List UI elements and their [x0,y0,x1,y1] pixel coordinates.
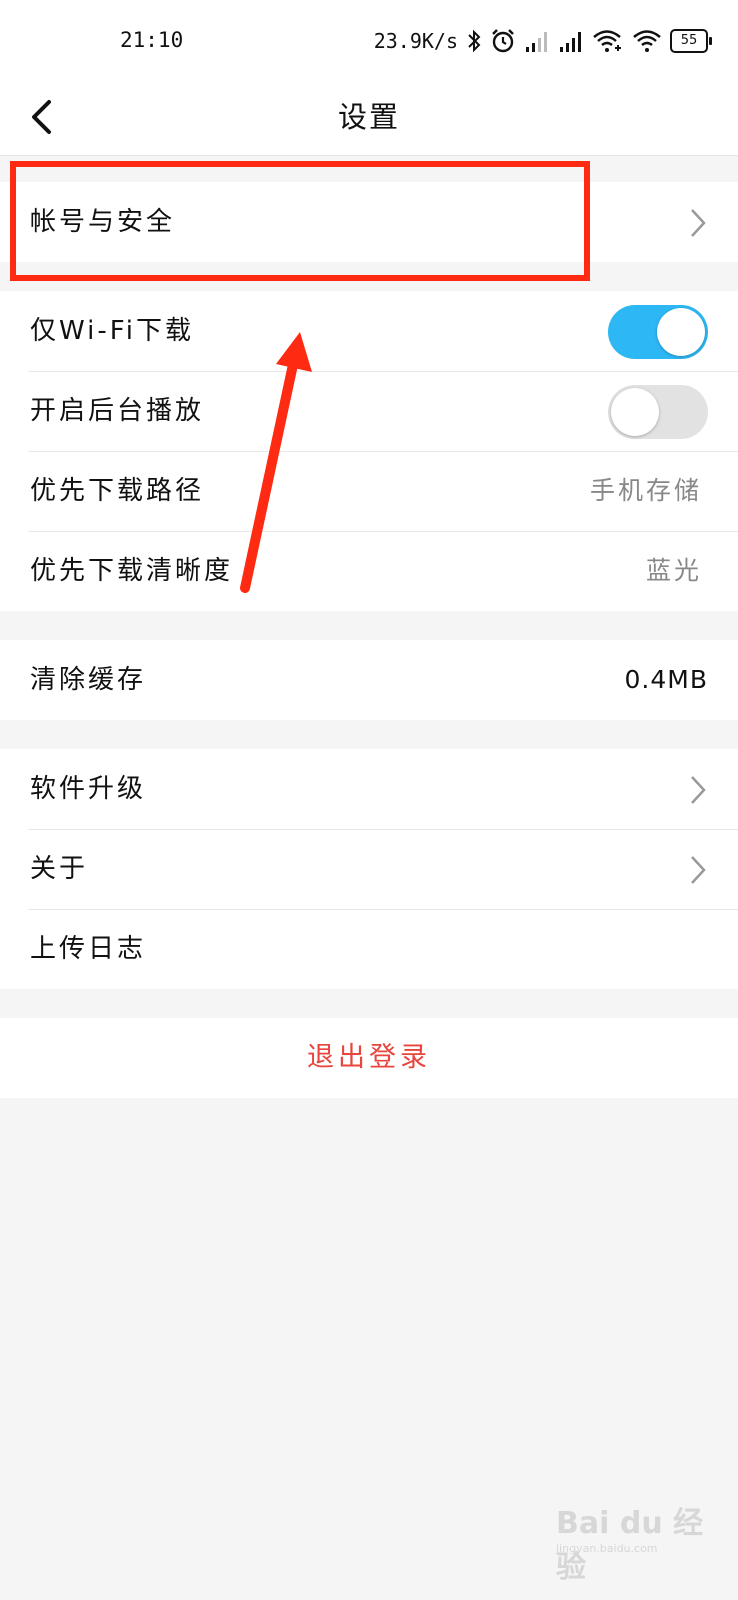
upload-log-row[interactable]: 上传日志 [0,909,738,989]
clear-cache-label: 清除缓存 [30,665,147,695]
battery-icon: 55 [670,29,712,53]
download-quality-row[interactable]: 优先下载清晰度 蓝光 [0,531,738,611]
network-speed: 23.9K/s [373,29,458,53]
status-time: 21:10 [120,28,184,52]
bluetooth-icon [468,29,481,53]
chevron-right-icon [691,209,706,237]
software-upgrade-row[interactable]: 软件升级 [0,749,738,829]
misc-group: 软件升级 关于 上传日志 [0,749,738,989]
download-quality-value: 蓝光 [645,556,702,585]
page-title: 设置 [337,100,400,134]
signal-icon-2 [560,32,581,52]
chevron-right-icon [691,856,706,884]
download-path-label: 优先下载路径 [30,476,205,506]
annotation-highlight-box [10,161,590,281]
background-play-toggle[interactable] [608,385,708,439]
download-settings-group: 仅Wi-Fi下载 开启后台播放 优先下载路径 手机存储 优先下载清晰度 蓝光 [0,291,738,611]
watermark-url: jingyan.baidu.com [556,1542,658,1555]
status-icons: 23.9K/s 55 [373,28,712,54]
clear-cache-row[interactable]: 清除缓存 0.4MB [0,640,738,720]
wifi-only-label: 仅Wi-Fi下载 [30,316,195,346]
wifi-icon [633,30,661,52]
wifi-plus-icon [593,30,621,52]
wifi-only-toggle[interactable] [608,305,708,359]
alarm-icon [492,29,514,53]
download-quality-label: 优先下载清晰度 [30,556,234,586]
download-path-value: 手机存储 [589,476,702,505]
about-label: 关于 [30,854,89,884]
wifi-only-row: 仅Wi-Fi下载 [0,291,738,371]
app-header: 设置 [0,80,738,156]
logout-button[interactable]: 退出登录 [0,1018,738,1098]
about-row[interactable]: 关于 [0,829,738,909]
cache-group: 清除缓存 0.4MB [0,640,738,720]
cache-size-value: 0.4MB [624,665,708,694]
software-upgrade-label: 软件升级 [30,774,147,804]
background-play-label: 开启后台播放 [30,396,205,426]
download-path-row[interactable]: 优先下载路径 手机存储 [0,451,738,531]
signal-icon [526,32,547,52]
baidu-watermark-logo: Bai du 经验 jingyan.baidu.com [556,1498,716,1585]
chevron-right-icon [691,776,706,804]
toggle-knob [611,388,659,436]
annotation-arrow-icon [240,332,312,593]
upload-log-label: 上传日志 [30,934,147,964]
toggle-knob [657,308,705,356]
background-play-row: 开启后台播放 [0,371,738,451]
status-bar: 21:10 23.9K/s 55 [0,0,738,80]
